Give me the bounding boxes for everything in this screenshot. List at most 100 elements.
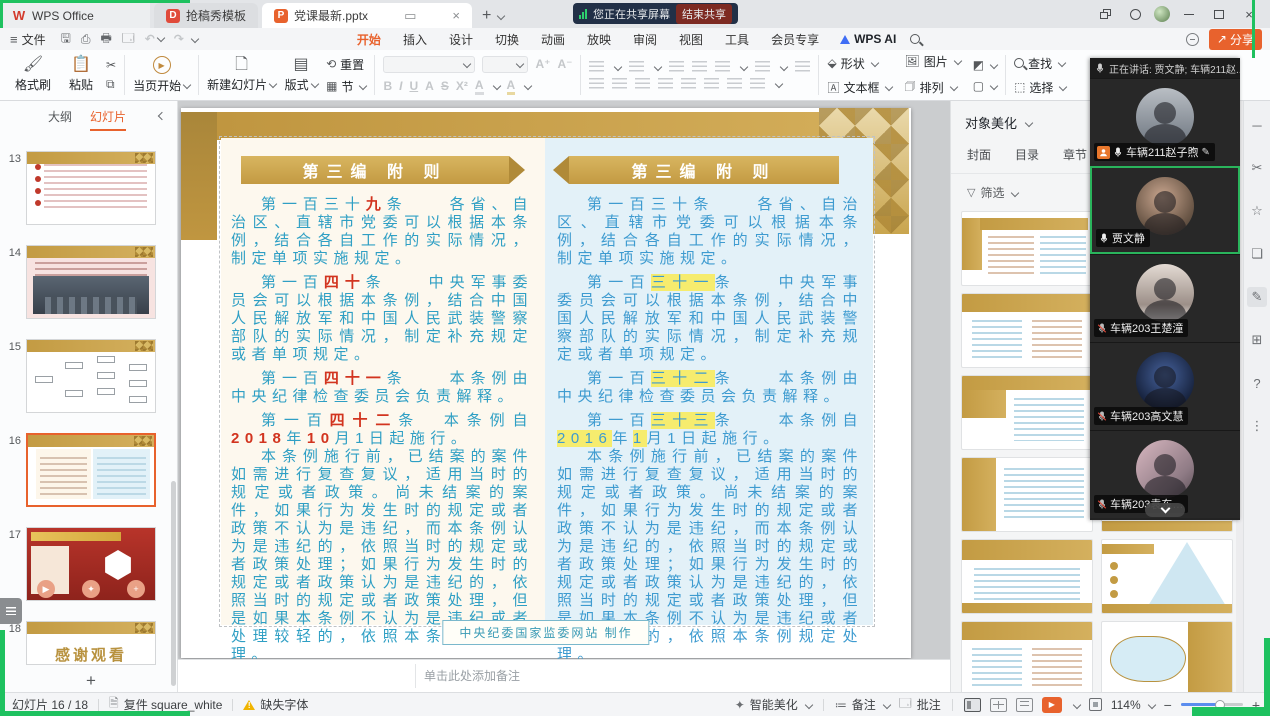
comment-button[interactable]: 🗔 批注	[899, 694, 941, 715]
save-icon[interactable]: 🖫	[61, 29, 71, 50]
find-button[interactable]: 查找	[1014, 55, 1066, 72]
slide-thumb-15[interactable]: 15	[4, 339, 169, 413]
end-share-button[interactable]: 结束共享	[676, 4, 732, 24]
slide-thumb-16-selected[interactable]: 16	[4, 433, 169, 507]
fit-to-window-button[interactable]	[1089, 698, 1102, 711]
template-thumbnail[interactable]	[1101, 539, 1233, 614]
skin-icon[interactable]	[1124, 4, 1146, 24]
account-avatar[interactable]	[1154, 6, 1170, 22]
thumb-add-button[interactable]: +	[127, 580, 145, 598]
align-right-icon[interactable]	[635, 78, 650, 89]
smart-beautify-button[interactable]: ✦ 智能美化	[735, 696, 812, 713]
close-button[interactable]: ×	[1238, 4, 1260, 24]
thumb-play-button[interactable]: ▶	[37, 580, 55, 598]
font-color-button[interactable]: A	[475, 78, 484, 95]
preview-icon[interactable]: 🗔	[122, 29, 135, 50]
participant-tile-speaking[interactable]: 贾文静	[1090, 166, 1240, 254]
template-thumbnail[interactable]	[961, 293, 1093, 368]
picture-button[interactable]: 🖼图片	[904, 53, 960, 70]
tab-current-pptx[interactable]: P 党课最新.pptx ▭ ×	[262, 3, 472, 28]
normal-view-button[interactable]	[964, 698, 981, 712]
collapse-ribbon-icon[interactable]	[1186, 33, 1199, 46]
increase-font-icon[interactable]: A⁺	[535, 57, 550, 71]
tab-view[interactable]: 视图	[668, 29, 714, 50]
strikethrough-button[interactable]: S	[441, 79, 449, 93]
stacked-windows-icon[interactable]	[1094, 4, 1116, 24]
wps-ai-button[interactable]: WPS AI	[840, 32, 896, 46]
highlight-color-button[interactable]: A	[507, 78, 516, 95]
cut-icon[interactable]: ✂	[106, 58, 116, 72]
help-icon[interactable]: ?	[1247, 373, 1267, 393]
reading-view-button[interactable]	[1016, 698, 1033, 712]
justify-icon[interactable]	[658, 78, 673, 89]
collapse-videos-button[interactable]	[1145, 503, 1185, 517]
chevron-down-icon[interactable]	[191, 35, 199, 43]
tab-template-doc[interactable]: D 抢稿秀模板	[154, 3, 258, 28]
tab-slides[interactable]: 幻灯片	[90, 108, 126, 125]
panel-toggle-button[interactable]	[0, 598, 22, 624]
slideshow-play-button[interactable]: ▶	[1042, 697, 1062, 713]
decrease-indent-icon[interactable]	[669, 61, 684, 72]
template-thumbnail[interactable]	[961, 621, 1093, 692]
tab-slideshow[interactable]: 放映	[576, 29, 622, 50]
minimize-button[interactable]	[1178, 4, 1200, 24]
new-slide-button[interactable]: 🗋 新建幻灯片	[207, 52, 276, 98]
print-icon[interactable]: 🖶	[100, 29, 111, 50]
participant-tile[interactable]: 车辆211赵子煦 ✎	[1090, 78, 1240, 166]
decrease-font-icon[interactable]: A⁻	[557, 57, 572, 71]
font-name-select[interactable]	[383, 56, 475, 73]
chevron-down-icon[interactable]	[1073, 700, 1081, 708]
template-thumbnail[interactable]	[961, 457, 1093, 532]
star-icon[interactable]: ☆	[1247, 201, 1267, 221]
tab-close-icon[interactable]: ×	[452, 8, 460, 23]
collapse-panel-icon[interactable]	[158, 112, 166, 120]
slide-thumb-13[interactable]: 13	[4, 151, 169, 225]
template-thumbnail[interactable]	[961, 211, 1093, 286]
zoom-slider[interactable]	[1181, 703, 1243, 706]
tab-transition[interactable]: 切换	[484, 29, 530, 50]
align-text-icon[interactable]	[750, 78, 765, 89]
numbering-icon[interactable]	[629, 61, 644, 72]
zoom-level[interactable]: 114%	[1111, 698, 1155, 712]
output-icon[interactable]: ⎙	[81, 32, 91, 47]
align-center-icon[interactable]	[612, 78, 627, 89]
thumbnail-scrollbar[interactable]	[171, 481, 176, 686]
font-size-select[interactable]	[482, 56, 528, 73]
missing-font-warning[interactable]: 缺失字体	[243, 696, 308, 713]
file-menu[interactable]: ≡ 文件	[0, 31, 56, 48]
notes-button[interactable]: ≔ 备注	[835, 696, 890, 713]
copy-icon[interactable]: ⧉	[106, 77, 116, 92]
increase-indent-icon[interactable]	[692, 61, 707, 72]
italic-button[interactable]: I	[399, 79, 402, 93]
align-left-icon[interactable]	[589, 78, 604, 89]
text-direction-icon[interactable]	[715, 61, 730, 72]
textbox-button[interactable]: 🄰文本框	[827, 79, 892, 96]
indent-right-icon[interactable]	[727, 78, 742, 89]
redo-icon[interactable]: ↷	[174, 32, 184, 46]
shadow-button[interactable]: A	[425, 79, 434, 93]
underline-button[interactable]: U	[409, 79, 418, 93]
slide-thumb-18[interactable]: 18 感谢观看	[4, 621, 169, 665]
chevron-down-icon[interactable]	[1025, 118, 1033, 126]
undo-icon[interactable]: ↶	[145, 32, 164, 46]
bold-button[interactable]: B	[383, 79, 392, 93]
format-painter-button[interactable]: 🖌 格式刷	[10, 52, 56, 98]
indent-left-icon[interactable]	[704, 78, 719, 89]
reset-button[interactable]: ⟲重置	[326, 56, 366, 73]
section-button[interactable]: ▦节	[326, 78, 366, 95]
slide-thumb-14[interactable]: 14	[4, 245, 169, 319]
outline-color-button[interactable]: ▢	[973, 79, 997, 93]
template-thumbnail[interactable]	[1101, 621, 1233, 692]
paste-button[interactable]: 📋 粘贴	[58, 52, 104, 98]
superscript-button[interactable]: X²	[456, 79, 468, 93]
distribute-icon[interactable]	[681, 78, 696, 89]
bullets-icon[interactable]	[589, 61, 604, 72]
thumb-beautify-button[interactable]: ✦	[82, 580, 100, 598]
participant-tile[interactable]: 车辆203高文慧	[1090, 342, 1240, 430]
select-button[interactable]: ⬚选择	[1014, 79, 1066, 96]
participant-tile[interactable]: 车辆203袁东…	[1090, 430, 1240, 518]
line-spacing-icon[interactable]	[755, 61, 770, 72]
tab-design[interactable]: 设计	[438, 29, 484, 50]
notes-pane[interactable]: 单击此处添加备注	[178, 659, 950, 692]
tab-wps-home[interactable]: W WPS Office	[0, 3, 150, 28]
